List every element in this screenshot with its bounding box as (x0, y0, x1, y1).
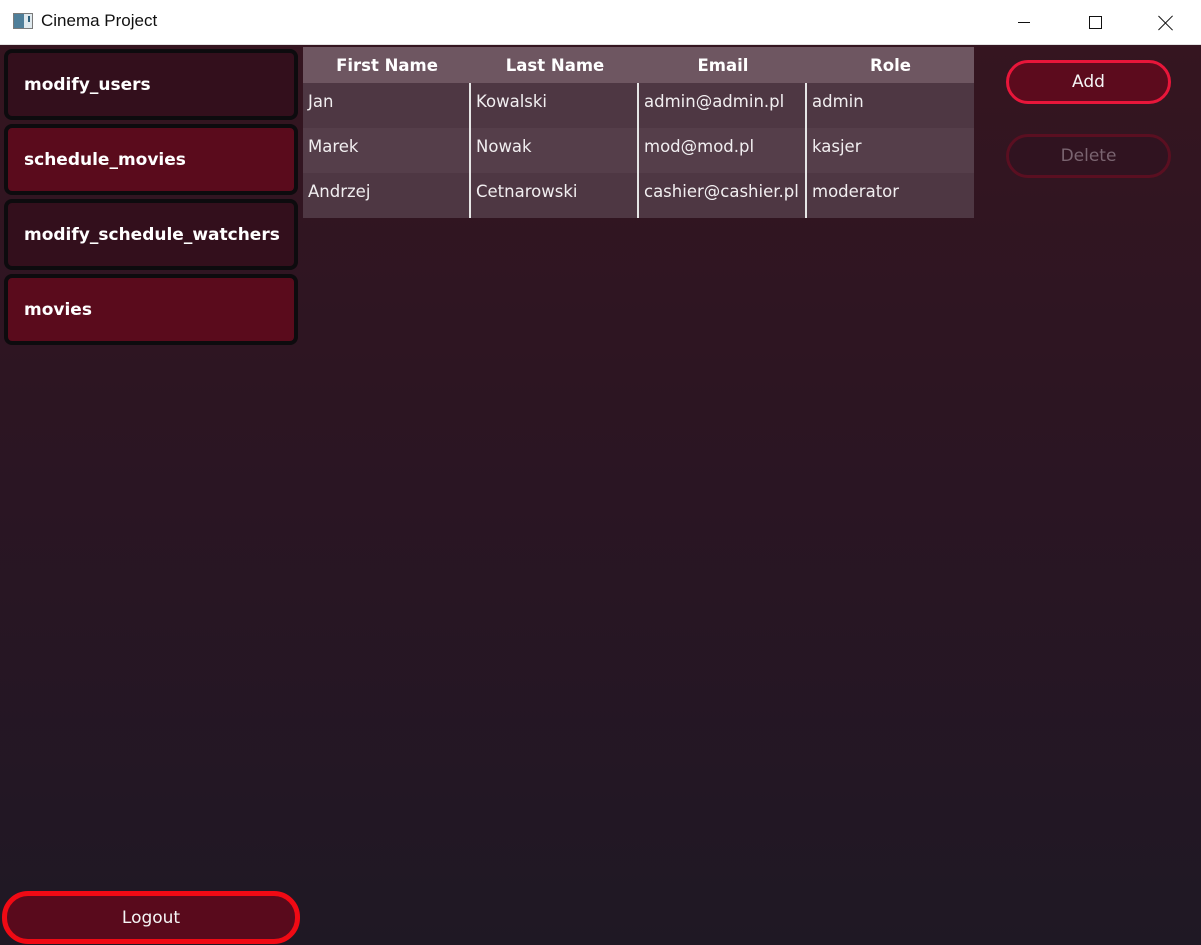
minimize-icon (1018, 22, 1030, 23)
cell-last-name[interactable]: Nowak (471, 128, 639, 173)
column-header-first-name[interactable]: First Name (303, 47, 471, 83)
cell-role[interactable]: kasjer (807, 128, 974, 173)
add-button[interactable]: Add (1006, 60, 1171, 104)
title-bar: Cinema Project (0, 0, 1201, 45)
column-header-last-name[interactable]: Last Name (471, 47, 639, 83)
cell-role[interactable]: moderator (807, 173, 974, 218)
table-row[interactable]: Jan Kowalski admin@admin.pl admin (303, 83, 974, 128)
close-icon (1158, 15, 1174, 31)
close-button[interactable] (1131, 0, 1201, 45)
minimize-button[interactable] (989, 0, 1059, 45)
window-title: Cinema Project (41, 11, 158, 30)
delete-button[interactable]: Delete (1006, 134, 1171, 178)
main-content: modify_users schedule_movies modify_sche… (0, 45, 1201, 945)
cell-last-name[interactable]: Cetnarowski (471, 173, 639, 218)
table-row[interactable]: Andrzej Cetnarowski cashier@cashier.pl m… (303, 173, 974, 218)
cell-email[interactable]: mod@mod.pl (639, 128, 807, 173)
nav-modify-users-button[interactable]: modify_users (4, 49, 298, 120)
table-header: First Name Last Name Email Role (303, 47, 974, 83)
column-header-email[interactable]: Email (639, 47, 807, 83)
cell-email[interactable]: admin@admin.pl (639, 83, 807, 128)
maximize-button[interactable] (1060, 0, 1130, 45)
cell-first-name[interactable]: Marek (303, 128, 471, 173)
column-header-role[interactable]: Role (807, 47, 974, 83)
table-row[interactable]: Marek Nowak mod@mod.pl kasjer (303, 128, 974, 173)
app-window: Cinema Project modify_users schedule_mov… (0, 0, 1201, 945)
cell-first-name[interactable]: Jan (303, 83, 471, 128)
nav-modify-schedule-watchers-button[interactable]: modify_schedule_watchers (4, 199, 298, 270)
cell-last-name[interactable]: Kowalski (471, 83, 639, 128)
cell-email[interactable]: cashier@cashier.pl (639, 173, 807, 218)
users-table: First Name Last Name Email Role Jan Kowa… (303, 47, 974, 218)
maximize-icon (1088, 16, 1102, 29)
nav-schedule-movies-button[interactable]: schedule_movies (4, 124, 298, 195)
nav-movies-button[interactable]: movies (4, 274, 298, 345)
cell-first-name[interactable]: Andrzej (303, 173, 471, 218)
cell-role[interactable]: admin (807, 83, 974, 128)
logout-button[interactable]: Logout (2, 891, 300, 944)
app-window-icon (13, 13, 33, 29)
